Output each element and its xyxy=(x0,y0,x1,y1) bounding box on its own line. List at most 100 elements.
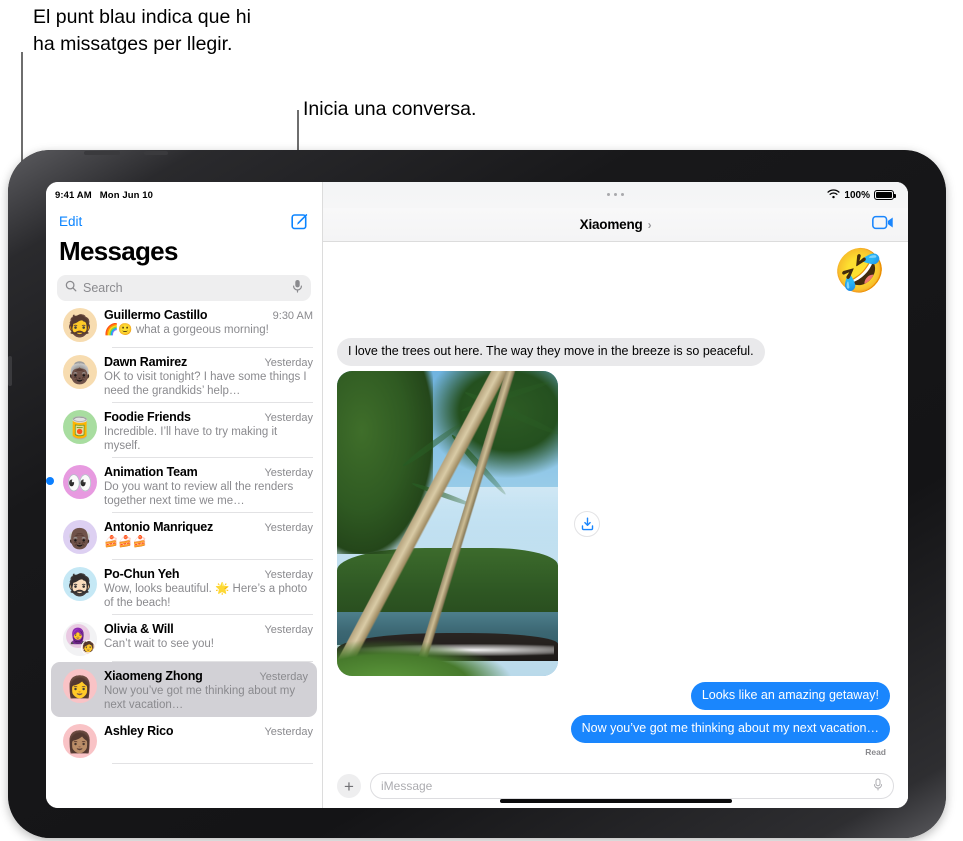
battery-icon xyxy=(874,190,896,200)
conversation-body: Animation Team Yesterday Do you want to re… xyxy=(104,463,313,508)
microphone-icon[interactable] xyxy=(873,778,883,794)
conversation-name: Ashley Rico xyxy=(104,724,174,738)
message-row-sent: Looks like an amazing getaway! xyxy=(337,682,896,710)
conversation-preview: Do you want to review all the renders to… xyxy=(104,481,294,507)
conversation-body: Po-Chun Yeh Yesterday Wow, looks beautiful… xyxy=(104,565,313,610)
device-side-button xyxy=(8,356,12,386)
message-row-sent: Now you’ve got me thinking about my next… xyxy=(337,715,896,743)
home-indicator[interactable] xyxy=(499,799,732,803)
callout-label-compose: Inicia una conversa. xyxy=(303,98,477,120)
conversation-list[interactable]: 🧔 Guillermo Castillo 9:30 AM 🌈🙂 what a gorg… xyxy=(46,301,322,808)
save-to-photos-icon[interactable] xyxy=(574,510,600,537)
message-bubble-sent[interactable]: Now you’ve got me thinking about my next… xyxy=(570,715,896,743)
conversation-body: Xiaomeng Zhong Yesterday Now you’ve got me… xyxy=(104,667,308,712)
avatar: 🧕 🧑 xyxy=(63,622,97,656)
row-separator xyxy=(112,763,313,764)
device-top-button xyxy=(84,151,120,155)
unread-dot xyxy=(46,477,54,485)
conversation-header-row: Xiaomeng Zhong Yesterday xyxy=(104,669,308,683)
conversation-body: Antonio Manriquez Yesterday 🍰🍰🍰 xyxy=(104,518,313,549)
conversation-body: Olivia & Will Yesterday Can’t wait to see … xyxy=(104,620,313,651)
conversation-name: Guillermo Castillo xyxy=(104,308,208,322)
conversation-row-dawn-ramirez[interactable]: 👵🏿 Dawn Ramirez Yesterday OK to visit tonig… xyxy=(46,348,322,403)
conversation-preview: 🍰🍰🍰 xyxy=(104,536,147,548)
facetime-video-icon[interactable] xyxy=(872,215,894,235)
ipad-device-frame: 9:41 AM Mon Jun 10 Edit Messages Search … xyxy=(8,150,946,838)
avatar: 👴🏿 xyxy=(63,520,97,554)
conversation-row-xiaomeng-zhong[interactable]: 👩 Xiaomeng Zhong Yesterday Now you’ve got m… xyxy=(51,662,317,717)
avatar-secondary: 🧑 xyxy=(81,640,96,655)
conversation-header-row: Olivia & Will Yesterday xyxy=(104,622,313,636)
conversation-name: Xiaomeng Zhong xyxy=(104,669,203,683)
conversation-preview: 🌈🙂 what a gorgeous morning! xyxy=(104,324,269,336)
conversation-preview: Now you’ve got me thinking about my next… xyxy=(104,685,296,711)
conversation-name: Antonio Manriquez xyxy=(104,520,214,534)
callout-label-unread-dot: El punt blau indica que hi ha missatges … xyxy=(33,6,251,55)
conversation-header: Xiaomeng › xyxy=(323,208,908,242)
conversation-row-antonio-manriquez[interactable]: 👴🏿 Antonio Manriquez Yesterday 🍰🍰🍰 xyxy=(46,513,322,560)
messages-sidebar: 9:41 AM Mon Jun 10 Edit Messages Search … xyxy=(46,182,323,808)
add-attachment-button[interactable]: + xyxy=(337,774,361,798)
conversation-pane: 100% Xiaomeng › 🤣 I love the trees out h… xyxy=(323,182,908,808)
avatar-glyph: 👀 xyxy=(66,471,94,495)
conversation-timestamp: Yesterday xyxy=(264,522,313,534)
read-receipt-label: Read xyxy=(865,747,886,757)
compose-icon[interactable] xyxy=(291,212,309,230)
avatar-glyph: 👩 xyxy=(66,675,94,699)
conversation-timestamp: Yesterday xyxy=(264,357,313,369)
search-input[interactable]: Search xyxy=(57,275,311,301)
conversation-title[interactable]: Xiaomeng › xyxy=(580,217,652,232)
imessage-input[interactable]: iMessage xyxy=(370,773,894,799)
avatar-glyph: 🥫 xyxy=(66,416,94,440)
avatar: 👀 xyxy=(63,465,97,499)
sidebar-status-bar: 9:41 AM Mon Jun 10 xyxy=(46,182,322,204)
photo-grass xyxy=(337,639,514,676)
conversation-name: Dawn Ramirez xyxy=(104,355,188,369)
edit-button[interactable]: Edit xyxy=(59,214,82,229)
avatar-glyph: 👵🏿 xyxy=(66,361,94,385)
avatar: 👩 xyxy=(63,669,97,703)
conversation-timestamp: Yesterday xyxy=(264,569,313,581)
conversation-body: Ashley Rico Yesterday xyxy=(104,722,313,739)
conversation-header-row: Dawn Ramirez Yesterday xyxy=(104,355,313,369)
conversation-name: Olivia & Will xyxy=(104,622,174,636)
conversation-timestamp: Yesterday xyxy=(264,467,313,479)
avatar: 👩🏽 xyxy=(63,724,97,758)
message-thread: 🤣 I love the trees out here. The way the… xyxy=(323,242,908,764)
status-time: 9:41 AM xyxy=(55,189,92,201)
avatar: 👵🏿 xyxy=(63,355,97,389)
search-placeholder: Search xyxy=(83,281,123,295)
message-row-received: I love the trees out here. The way they … xyxy=(337,338,890,366)
device-top-button-secondary xyxy=(144,151,168,155)
avatar: 🧔🏻 xyxy=(63,567,97,601)
multitasking-grabber-icon[interactable] xyxy=(323,193,908,196)
conversation-timestamp: Yesterday xyxy=(264,624,313,636)
conversation-header-row: Animation Team Yesterday xyxy=(104,465,313,479)
beach-photo-attachment[interactable] xyxy=(337,371,558,676)
search-icon xyxy=(65,279,77,297)
contact-name: Xiaomeng xyxy=(579,217,643,232)
chevron-right-icon: › xyxy=(647,217,652,232)
conversation-row-olivia-will[interactable]: 🧕 🧑 Olivia & Will Yesterday Can’t wait to se… xyxy=(46,615,322,662)
conversation-timestamp: Yesterday xyxy=(259,671,308,683)
avatar-glyph: 👴🏿 xyxy=(66,526,94,550)
conversation-row-animation-team[interactable]: 👀 Animation Team Yesterday Do you want to r… xyxy=(46,458,322,513)
conversation-header-row: Guillermo Castillo 9:30 AM xyxy=(104,308,313,322)
photo-attachment-row xyxy=(337,371,890,676)
conversation-row-guillermo-castillo[interactable]: 🧔 Guillermo Castillo 9:30 AM 🌈🙂 what a gorg… xyxy=(46,301,322,348)
device-screen: 9:41 AM Mon Jun 10 Edit Messages Search … xyxy=(46,182,908,808)
conversation-timestamp: 9:30 AM xyxy=(272,310,313,322)
message-bubble-received[interactable]: I love the trees out here. The way they … xyxy=(337,338,765,366)
conversation-row-po-chun-yeh[interactable]: 🧔🏻 Po-Chun Yeh Yesterday Wow, looks beautif… xyxy=(46,560,322,615)
conversation-row-ashley-rico[interactable]: 👩🏽 Ashley Rico Yesterday xyxy=(46,717,322,764)
conversation-row-foodie-friends[interactable]: 🥫 Foodie Friends Yesterday Incredible. I’ll… xyxy=(46,403,322,458)
conversation-name: Animation Team xyxy=(104,465,198,479)
microphone-icon[interactable] xyxy=(292,279,303,298)
emoji-reaction: 🤣 xyxy=(833,247,886,294)
conversation-name: Foodie Friends xyxy=(104,410,191,424)
avatar-glyph: 👩🏽 xyxy=(66,730,94,754)
status-date: Mon Jun 10 xyxy=(99,189,154,201)
conversation-body: Guillermo Castillo 9:30 AM 🌈🙂 what a gorge… xyxy=(104,306,313,337)
message-bubble-sent[interactable]: Looks like an amazing getaway! xyxy=(690,682,896,710)
conversation-timestamp: Yesterday xyxy=(264,412,313,424)
